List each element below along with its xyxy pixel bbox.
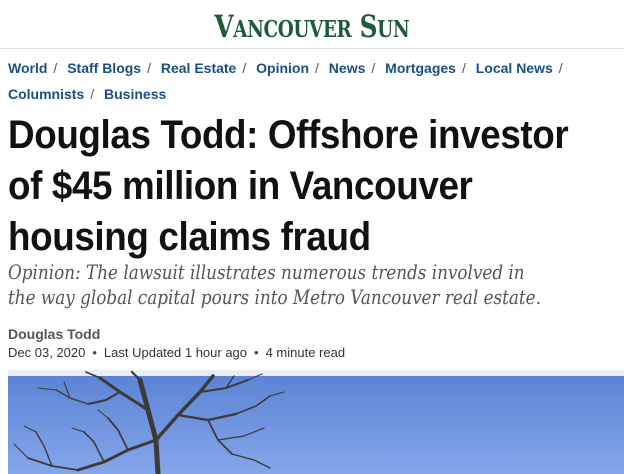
breadcrumb-mortgages[interactable]: Mortgages — [385, 60, 456, 76]
meta-separator: • — [254, 345, 259, 360]
breadcrumb-separator: / — [242, 60, 247, 76]
meta-separator: • — [92, 345, 97, 360]
logo-s: S — [359, 9, 378, 45]
breadcrumb-staff-blogs[interactable]: Staff Blogs — [67, 60, 141, 76]
logo-ancouver: ANCOUVER — [233, 16, 352, 43]
article-meta: Dec 03, 2020 • Last Updated 1 hour ago • 4 m… — [8, 344, 345, 361]
breadcrumb-separator: / — [315, 60, 319, 76]
masthead: VANCOUVER SUN — [0, 0, 624, 49]
breadcrumb-separator: / — [371, 60, 376, 76]
breadcrumb-world[interactable]: World — [8, 60, 47, 76]
breadcrumb-business[interactable]: Business — [104, 86, 166, 102]
breadcrumb-separator: / — [147, 60, 151, 76]
logo-un: UN — [377, 16, 410, 43]
breadcrumb-opinion[interactable]: Opinion — [256, 60, 309, 76]
breadcrumb-real-estate[interactable]: Real Estate — [161, 60, 236, 76]
tree-branches-illustration — [8, 370, 624, 474]
article-headline: Douglas Todd: Offshore investor of $45 m… — [8, 113, 569, 259]
breadcrumb-separator: / — [90, 86, 95, 102]
publish-date: Dec 03, 2020 — [8, 345, 86, 360]
breadcrumb-news[interactable]: News — [329, 60, 366, 76]
logo-v: V — [214, 9, 234, 45]
last-updated: Last Updated 1 hour ago — [103, 345, 248, 360]
read-time: 4 minute read — [265, 345, 346, 360]
breadcrumb: World / Staff Blogs / Real Estate / Opinion… — [8, 55, 608, 107]
breadcrumb-separator: / — [461, 60, 466, 76]
breadcrumb-separator: / — [53, 60, 58, 76]
breadcrumb-columnists[interactable]: Columnists — [8, 86, 84, 102]
site-logo[interactable]: VANCOUVER SUN — [215, 10, 410, 47]
hero-image[interactable] — [8, 370, 624, 474]
author-link[interactable]: Douglas Todd — [8, 326, 100, 343]
breadcrumb-separator: / — [558, 60, 563, 76]
breadcrumb-local-news[interactable]: Local News — [476, 60, 553, 76]
article-dek: Opinion: The lawsuit illustrates numerou… — [8, 260, 541, 309]
